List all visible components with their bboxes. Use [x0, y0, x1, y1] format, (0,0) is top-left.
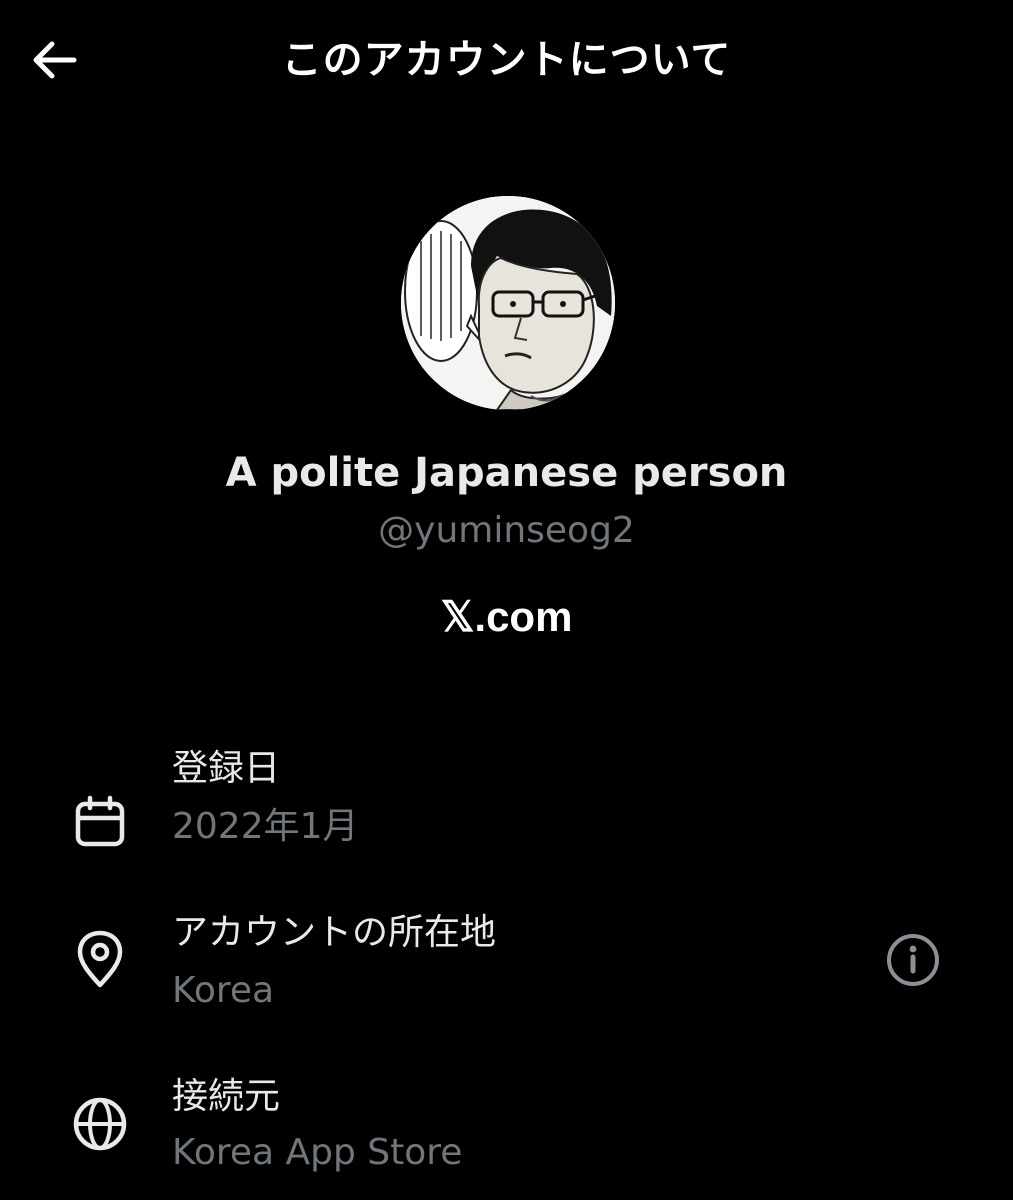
avatar[interactable] — [401, 196, 615, 410]
top-bar: このアカウントについて — [0, 0, 1013, 120]
detail-row-location: アカウントの所在地 Korea — [0, 904, 1013, 1034]
detail-value: 2022年1月 — [172, 806, 359, 847]
detail-label: 接続元 — [172, 1076, 281, 1117]
detail-value: Korea — [172, 970, 275, 1011]
display-name: A polite Japanese person — [225, 450, 788, 496]
platform-label: 𝕏.com — [440, 593, 573, 640]
page-title: このアカウントについて — [281, 37, 732, 83]
location-pin-icon — [70, 930, 130, 990]
calendar-icon — [70, 792, 130, 852]
manga-portrait-avatar — [401, 196, 615, 410]
detail-row-joined: 登録日 2022年1月 — [0, 740, 1013, 870]
detail-label: 登録日 — [172, 748, 281, 789]
globe-icon — [70, 1094, 130, 1154]
detail-row-connected-via: 接続元 Korea App Store — [0, 1070, 1013, 1200]
detail-value: Korea App Store — [172, 1132, 463, 1173]
info-button[interactable] — [884, 931, 942, 989]
info-icon — [887, 934, 939, 986]
detail-label: アカウントの所在地 — [172, 912, 497, 953]
user-handle: @yuminseog2 — [378, 510, 635, 551]
